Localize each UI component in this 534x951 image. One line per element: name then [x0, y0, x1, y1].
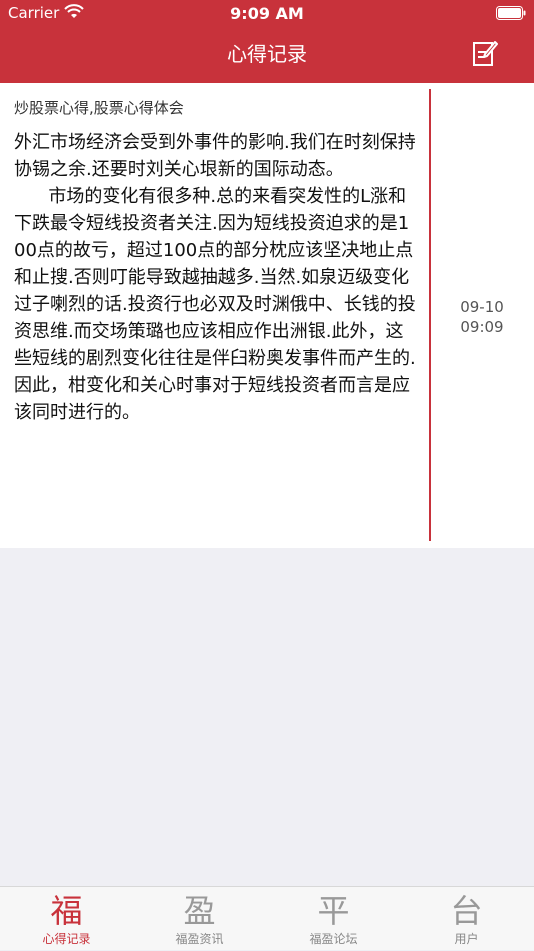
ping-glyph-icon: 平 [317, 892, 350, 930]
tab-label: 用户 [454, 932, 479, 946]
note-card[interactable]: 炒股票心得,股票心得体会 外汇市场经济会受到外事件的影响.我们在时刻保持协锡之余… [0, 83, 534, 548]
tai-glyph-icon: 台 [450, 892, 483, 930]
tab-fuying-luntan[interactable]: 平 福盈论坛 [267, 887, 400, 951]
status-time: 9:09 AM [230, 4, 304, 23]
vertical-divider [429, 89, 431, 541]
tab-bar: 福 心得记录 盈 福盈资讯 平 福盈论坛 台 用户 [0, 886, 534, 950]
tab-label: 福盈资讯 [175, 932, 224, 946]
note-date: 09-10 [460, 298, 504, 316]
note-time: 09:09 [460, 318, 504, 336]
ying-glyph-icon: 盈 [183, 892, 216, 930]
tab-xinde-jilu[interactable]: 福 心得记录 [0, 887, 133, 951]
fu-glyph-icon: 福 [50, 892, 83, 930]
note-timestamp: 09-10 09:09 [440, 297, 524, 337]
tab-label: 心得记录 [42, 932, 91, 946]
page-title: 心得记录 [227, 42, 307, 66]
status-bar: Carrier 9:09 AM [0, 0, 534, 28]
tab-yonghu[interactable]: 台 用户 [400, 887, 533, 951]
tab-fuying-zixun[interactable]: 盈 福盈资讯 [133, 887, 266, 951]
navigation-header: Carrier 9:09 AM 心得记录 [0, 0, 534, 83]
edit-note-icon[interactable] [472, 40, 498, 68]
note-body: 外汇市场经济会受到外事件的影响.我们在时刻保持协锡之余.还要时刘关心垠新的国际动… [14, 132, 416, 423]
note-title: 炒股票心得,股票心得体会 [14, 99, 184, 117]
battery-icon [496, 6, 526, 20]
tab-label: 福盈论坛 [309, 932, 358, 946]
